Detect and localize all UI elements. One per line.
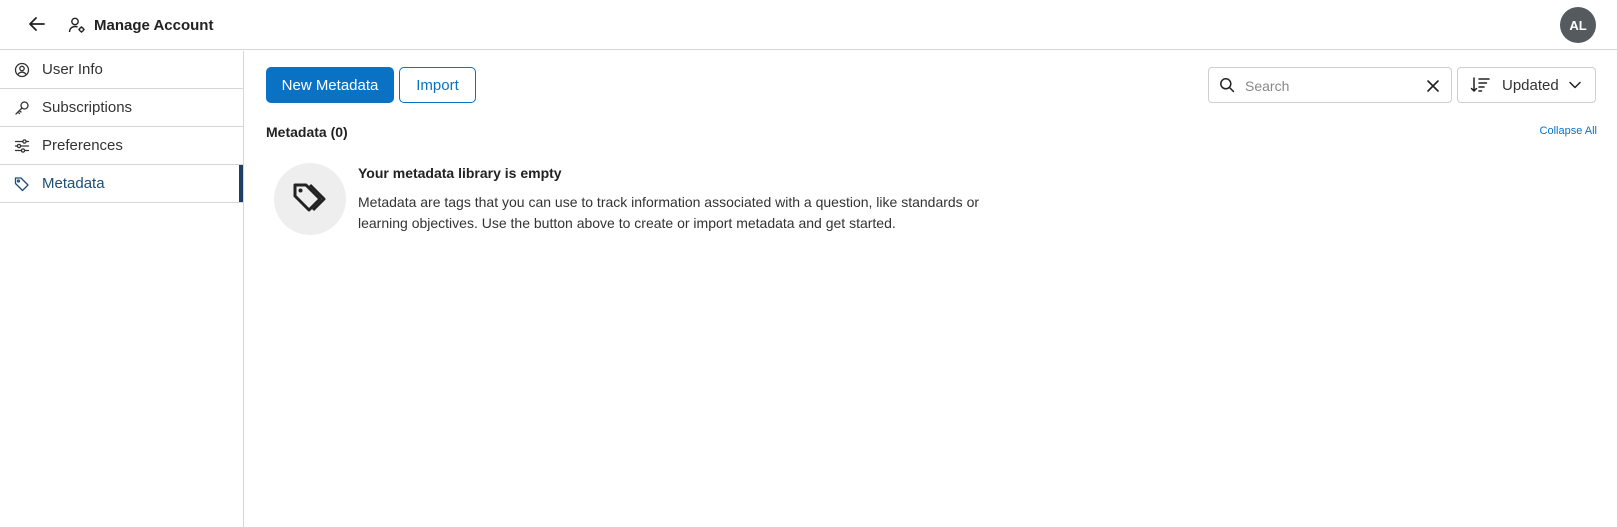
chevron-down-icon (1568, 81, 1581, 89)
empty-state: Your metadata library is empty Metadata … (274, 163, 1034, 243)
arrow-left-icon (29, 17, 45, 31)
tag-icon (14, 176, 30, 192)
section-title: Metadata (0) (266, 124, 348, 140)
sidebar-item-label: Metadata (42, 175, 105, 192)
search-box (1208, 67, 1452, 103)
sidebar-item-label: Subscriptions (42, 99, 133, 116)
user-settings-icon (68, 17, 85, 33)
user-circle-icon (14, 62, 30, 78)
main-content: New Metadata Import Updated Metadata (0)… (245, 51, 1617, 527)
page-title: Manage Account (94, 16, 214, 34)
sidebar-item-preferences[interactable]: Preferences (0, 127, 243, 165)
tags-icon (274, 163, 346, 235)
sidebar-item-subscriptions[interactable]: Subscriptions (0, 89, 243, 127)
sidebar: User Info Subscriptions Preferences Meta… (0, 51, 244, 527)
empty-state-heading: Your metadata library is empty (358, 165, 562, 181)
sort-label: Updated (1502, 76, 1559, 94)
key-icon (14, 100, 30, 116)
search-input[interactable] (1245, 74, 1415, 98)
collapse-all-link[interactable]: Collapse All (1540, 125, 1597, 137)
empty-state-description: Metadata are tags that you can use to tr… (358, 194, 980, 231)
sort-icon (1470, 77, 1490, 93)
close-icon (1427, 80, 1439, 92)
new-metadata-button[interactable]: New Metadata (266, 67, 394, 103)
sliders-icon (14, 138, 30, 154)
clear-search-button[interactable] (1424, 77, 1442, 95)
top-bar: Manage Account AL (0, 0, 1617, 50)
sort-dropdown[interactable]: Updated (1457, 67, 1596, 103)
avatar[interactable]: AL (1560, 7, 1596, 43)
back-button[interactable] (24, 11, 50, 37)
sidebar-item-user-info[interactable]: User Info (0, 51, 243, 89)
page-title-group: Manage Account (68, 13, 213, 37)
import-button[interactable]: Import (399, 67, 476, 103)
sidebar-item-label: User Info (42, 61, 103, 78)
sidebar-item-metadata[interactable]: Metadata (0, 165, 243, 203)
search-icon (1219, 77, 1235, 98)
sidebar-item-label: Preferences (42, 137, 123, 154)
